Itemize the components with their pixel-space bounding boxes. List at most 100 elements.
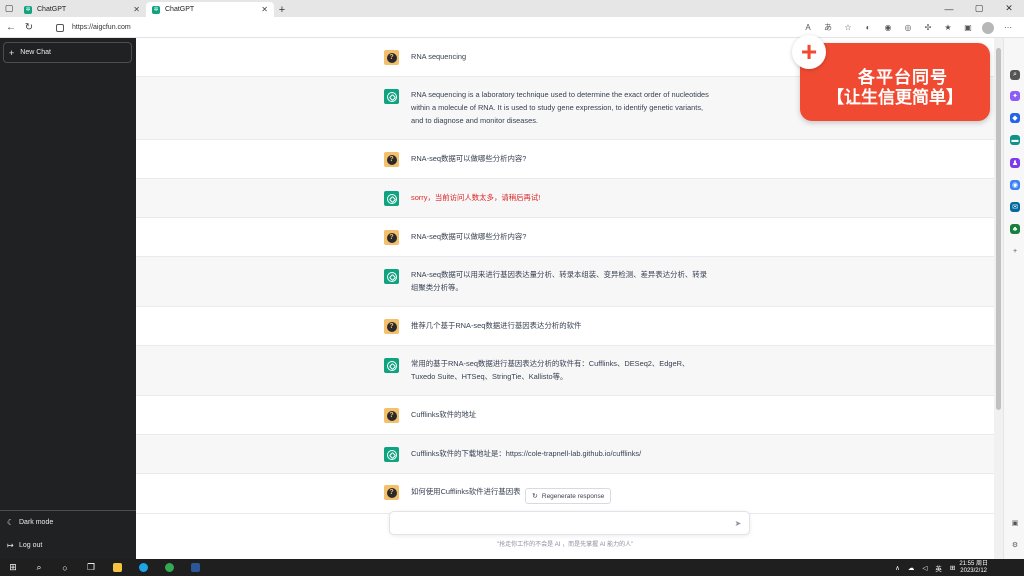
chatgpt-favicon-icon: ✲ xyxy=(152,5,160,14)
edge-sidebar: ⌕ ✦ ◆ ▬ ♟ ◉ ✉ ♣ + ▣ ⚙ xyxy=(1003,38,1024,559)
assistant-avatar xyxy=(384,269,399,284)
openai-logo-icon xyxy=(386,449,397,460)
refresh-icon[interactable]: ↻ xyxy=(22,20,36,34)
input-language[interactable]: 英 xyxy=(935,563,942,573)
back-icon[interactable]: ← xyxy=(4,20,18,34)
send-icon[interactable]: ➤ xyxy=(733,518,743,528)
regenerate-response-button[interactable]: ↻ Regenerate response xyxy=(525,488,612,504)
shopping-icon[interactable]: ◆ xyxy=(1010,113,1020,123)
browser-tab-2[interactable]: ✲ ChatGPT ✕ xyxy=(146,2,274,17)
user-message: ? RNA-seq数据可以做哪些分析内容? xyxy=(136,140,994,179)
minimize-icon[interactable]: — xyxy=(934,0,964,17)
question-icon: ? xyxy=(386,154,397,165)
prompt-input[interactable] xyxy=(398,517,718,530)
settings-icon[interactable]: ⚙ xyxy=(1010,540,1020,550)
sidebar-toggle-icon[interactable]: ▣ xyxy=(1010,518,1020,528)
tab-title: ChatGPT xyxy=(37,6,67,13)
new-tab-button[interactable]: + xyxy=(274,2,290,17)
clock[interactable]: 21:55 周日 2023/2/12 xyxy=(959,561,988,575)
regenerate-label: Regenerate response xyxy=(541,492,605,500)
word-icon[interactable] xyxy=(182,559,208,576)
system-tray: ∧ ☁ ◁ 英 ⊞ 21:55 周日 2023/2/12 xyxy=(891,559,1024,576)
network-icon[interactable]: ☁ xyxy=(908,564,915,572)
assistant-avatar xyxy=(384,89,399,104)
regenerate-icon: ↻ xyxy=(532,493,538,500)
new-chat-label: New Chat xyxy=(20,49,51,56)
sidebar-footer: ☾ Dark mode ↦ Log out xyxy=(0,510,136,557)
extension-icon-2[interactable]: ◉ xyxy=(878,20,898,35)
assistant-message: Cufflinks软件的下载地址是：https://cole-trapnell-… xyxy=(136,435,994,474)
sparkle-icon[interactable]: ✦ xyxy=(1010,91,1020,101)
favorite-icon[interactable]: ☆ xyxy=(838,20,858,35)
message-text: 推荐几个基于RNA-seq数据进行基因表达分析的软件 xyxy=(411,321,582,330)
user-avatar: ? xyxy=(384,152,399,167)
user-avatar: ? xyxy=(384,50,399,65)
volume-icon[interactable]: ◁ xyxy=(922,564,927,572)
edge-browser-icon[interactable] xyxy=(130,559,156,576)
error-message-text: sorry，当前访问人数太多，请稍后再试! xyxy=(411,193,541,202)
message-text: Cufflinks软件的地址 xyxy=(411,410,477,419)
extension-icon-3[interactable]: ◎ xyxy=(898,20,918,35)
assistant-avatar xyxy=(384,447,399,462)
message-text: RNA sequencing is a laboratory technique… xyxy=(411,90,709,125)
close-window-icon[interactable]: ✕ xyxy=(994,0,1024,17)
close-tab-icon[interactable]: ✕ xyxy=(261,5,268,14)
tools-icon[interactable]: ▬ xyxy=(1010,135,1020,145)
close-tab-icon[interactable]: ✕ xyxy=(133,5,140,14)
question-icon: ? xyxy=(386,52,397,63)
assistant-avatar xyxy=(384,358,399,373)
user-message: ? 推荐几个基于RNA-seq数据进行基因表达分析的软件 xyxy=(136,307,994,346)
cortana-icon[interactable]: ○ xyxy=(52,559,78,576)
ime-icon[interactable]: ⊞ xyxy=(950,564,955,572)
translate-icon[interactable]: あ xyxy=(818,20,838,35)
tray-expand-icon[interactable]: ∧ xyxy=(895,564,900,572)
dark-mode-label: Dark mode xyxy=(19,519,54,526)
openai-logo-icon xyxy=(386,271,397,282)
assistant-message: 常用的基于RNA-seq数据进行基因表达分析的软件有：Cufflinks、DES… xyxy=(136,346,994,396)
collections-icon[interactable]: ▣ xyxy=(958,20,978,35)
assistant-message: sorry，当前访问人数太多，请稍后再试! xyxy=(136,179,994,218)
url-field[interactable]: https://aigcfun.com xyxy=(56,20,786,35)
user-avatar: ? xyxy=(384,408,399,423)
office-icon[interactable]: ◉ xyxy=(1010,180,1020,190)
tab-actions-icon[interactable]: ▢ xyxy=(0,0,18,17)
new-chat-button[interactable]: + New Chat xyxy=(3,42,132,63)
openai-logo-icon xyxy=(386,193,397,204)
window-controls: — ▢ ✕ xyxy=(934,0,1024,17)
windows-start-icon[interactable]: ⊞ xyxy=(0,559,26,576)
prompt-input-box: ➤ xyxy=(389,511,750,535)
task-view-icon[interactable]: ❐ xyxy=(78,559,104,576)
profile-avatar[interactable] xyxy=(982,21,994,34)
chrome-browser-icon[interactable] xyxy=(156,559,182,576)
extension-icon-1[interactable]: ◐ xyxy=(858,20,878,35)
promo-banner: + 各平台同号 【让生信更简单】 xyxy=(792,35,990,121)
message-text: 常用的基于RNA-seq数据进行基因表达分析的软件有：Cufflinks、DES… xyxy=(411,359,690,381)
add-icon[interactable]: + xyxy=(1010,246,1020,256)
browser-tab-bar: ▢ ✲ ChatGPT ✕ ✲ ChatGPT ✕ + — ▢ ✕ xyxy=(0,0,1024,17)
lock-icon xyxy=(56,23,64,32)
favorites-icon[interactable]: ★ xyxy=(938,20,958,35)
tree-icon[interactable]: ♣ xyxy=(1010,224,1020,234)
outlook-icon[interactable]: ✉ xyxy=(1010,202,1020,212)
browser-tab-1[interactable]: ✲ ChatGPT ✕ xyxy=(18,2,146,17)
log-out-button[interactable]: ↦ Log out xyxy=(0,534,136,557)
moon-icon: ☾ xyxy=(7,518,15,527)
toolbar-icons: A あ ☆ ◐ ◉ ◎ ✣ ★ ▣ ⋯ xyxy=(798,20,1018,35)
user-message: ? RNA-seq数据可以做哪些分析内容? xyxy=(136,218,994,257)
games-icon[interactable]: ♟ xyxy=(1010,158,1020,168)
assistant-message: RNA-seq数据可以用来进行基因表达量分析、转录本组装、变异检测、差异表达分析… xyxy=(136,257,994,307)
message-text: RNA-seq数据可以用来进行基因表达量分析、转录本组装、变异检测、差异表达分析… xyxy=(411,270,708,292)
search-icon[interactable]: ⌕ xyxy=(1010,70,1020,80)
tab-title: ChatGPT xyxy=(165,6,195,13)
sidebar: + New Chat ☾ Dark mode ↦ Log out xyxy=(0,38,136,559)
dark-mode-button[interactable]: ☾ Dark mode xyxy=(0,511,136,534)
scrollbar[interactable] xyxy=(994,38,1003,559)
read-aloud-icon[interactable]: A xyxy=(798,20,818,35)
extensions-icon[interactable]: ✣ xyxy=(918,20,938,35)
maximize-icon[interactable]: ▢ xyxy=(964,0,994,17)
clock-date: 2023/2/12 xyxy=(960,567,987,574)
file-explorer-icon[interactable] xyxy=(104,559,130,576)
scrollbar-thumb[interactable] xyxy=(996,48,1001,410)
more-icon[interactable]: ⋯ xyxy=(998,20,1018,35)
search-icon[interactable]: ⌕ xyxy=(26,559,52,576)
